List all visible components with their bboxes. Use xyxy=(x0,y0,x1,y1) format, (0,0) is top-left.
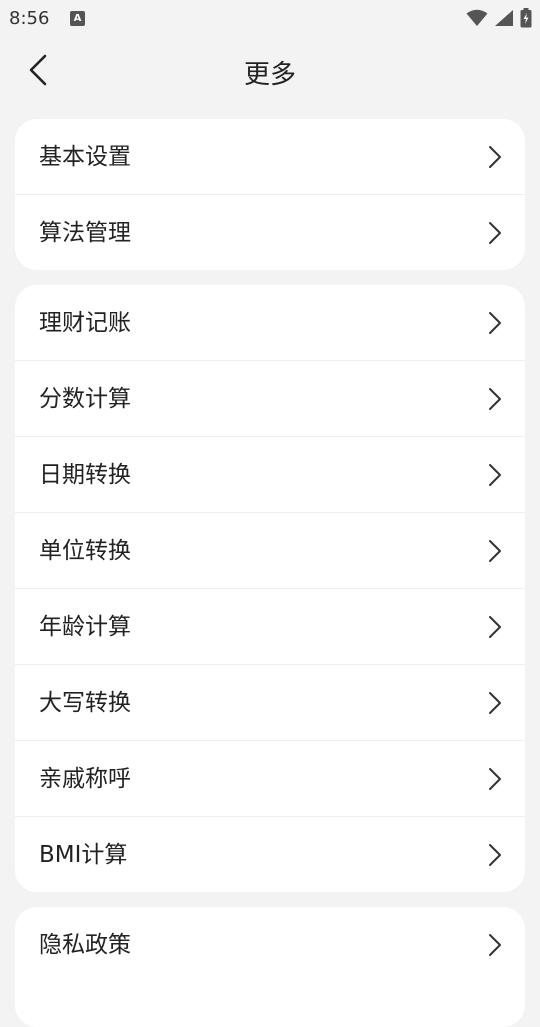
page-title: 更多 xyxy=(243,60,296,90)
row-algorithm-management[interactable]: 算法管理 xyxy=(15,195,525,270)
row-relative-titles[interactable]: 亲戚称呼 xyxy=(15,741,525,817)
row-age-calculation[interactable]: 年龄计算 xyxy=(15,589,525,665)
row-bmi-calculation[interactable]: BMI计算 xyxy=(15,817,525,892)
row-privacy-policy[interactable]: 隐私政策 xyxy=(15,907,525,983)
accessibility-a-icon: A xyxy=(70,11,85,26)
row-label: 基本设置 xyxy=(39,144,131,170)
row-unit-conversion[interactable]: 单位转换 xyxy=(15,513,525,589)
row-label: 理财记账 xyxy=(39,310,131,336)
row-finance-bookkeeping[interactable]: 理财记账 xyxy=(15,285,525,361)
row-label: 亲戚称呼 xyxy=(39,766,131,792)
chevron-right-icon xyxy=(489,692,501,714)
status-icons xyxy=(466,8,532,28)
row-label: 日期转换 xyxy=(39,462,131,488)
settings-card: 基本设置 算法管理 xyxy=(15,119,525,270)
wifi-icon xyxy=(466,9,488,26)
status-time: 8:56 xyxy=(9,8,50,29)
row-label: 隐私政策 xyxy=(39,932,131,958)
row-fraction-calculation[interactable]: 分数计算 xyxy=(15,361,525,437)
row-label: 单位转换 xyxy=(39,538,131,564)
row-label: 分数计算 xyxy=(39,386,131,412)
about-card: 隐私政策 xyxy=(15,907,525,1027)
header: 更多 xyxy=(0,36,540,104)
row-uppercase-conversion[interactable]: 大写转换 xyxy=(15,665,525,741)
row-label: BMI计算 xyxy=(39,842,128,868)
signal-icon xyxy=(495,10,513,26)
chevron-right-icon xyxy=(489,464,501,486)
chevron-right-icon xyxy=(489,222,501,244)
row-label: 大写转换 xyxy=(39,690,131,716)
chevron-right-icon xyxy=(489,388,501,410)
battery-charging-icon xyxy=(520,8,532,28)
chevron-right-icon xyxy=(489,540,501,562)
chevron-right-icon xyxy=(489,312,501,334)
chevron-right-icon xyxy=(489,146,501,168)
chevron-right-icon xyxy=(489,768,501,790)
chevron-right-icon xyxy=(489,616,501,638)
chevron-right-icon xyxy=(489,934,501,956)
chevron-right-icon xyxy=(489,844,501,866)
row-label: 年龄计算 xyxy=(39,614,131,640)
status-bar: 8:56 A xyxy=(0,0,540,36)
row-label: 算法管理 xyxy=(39,220,131,246)
row-basic-settings[interactable]: 基本设置 xyxy=(15,119,525,195)
row-date-conversion[interactable]: 日期转换 xyxy=(15,437,525,513)
tools-card: 理财记账 分数计算 日期转换 单位转换 年龄计算 大写转换 亲戚称呼 BMI计算 xyxy=(15,285,525,892)
